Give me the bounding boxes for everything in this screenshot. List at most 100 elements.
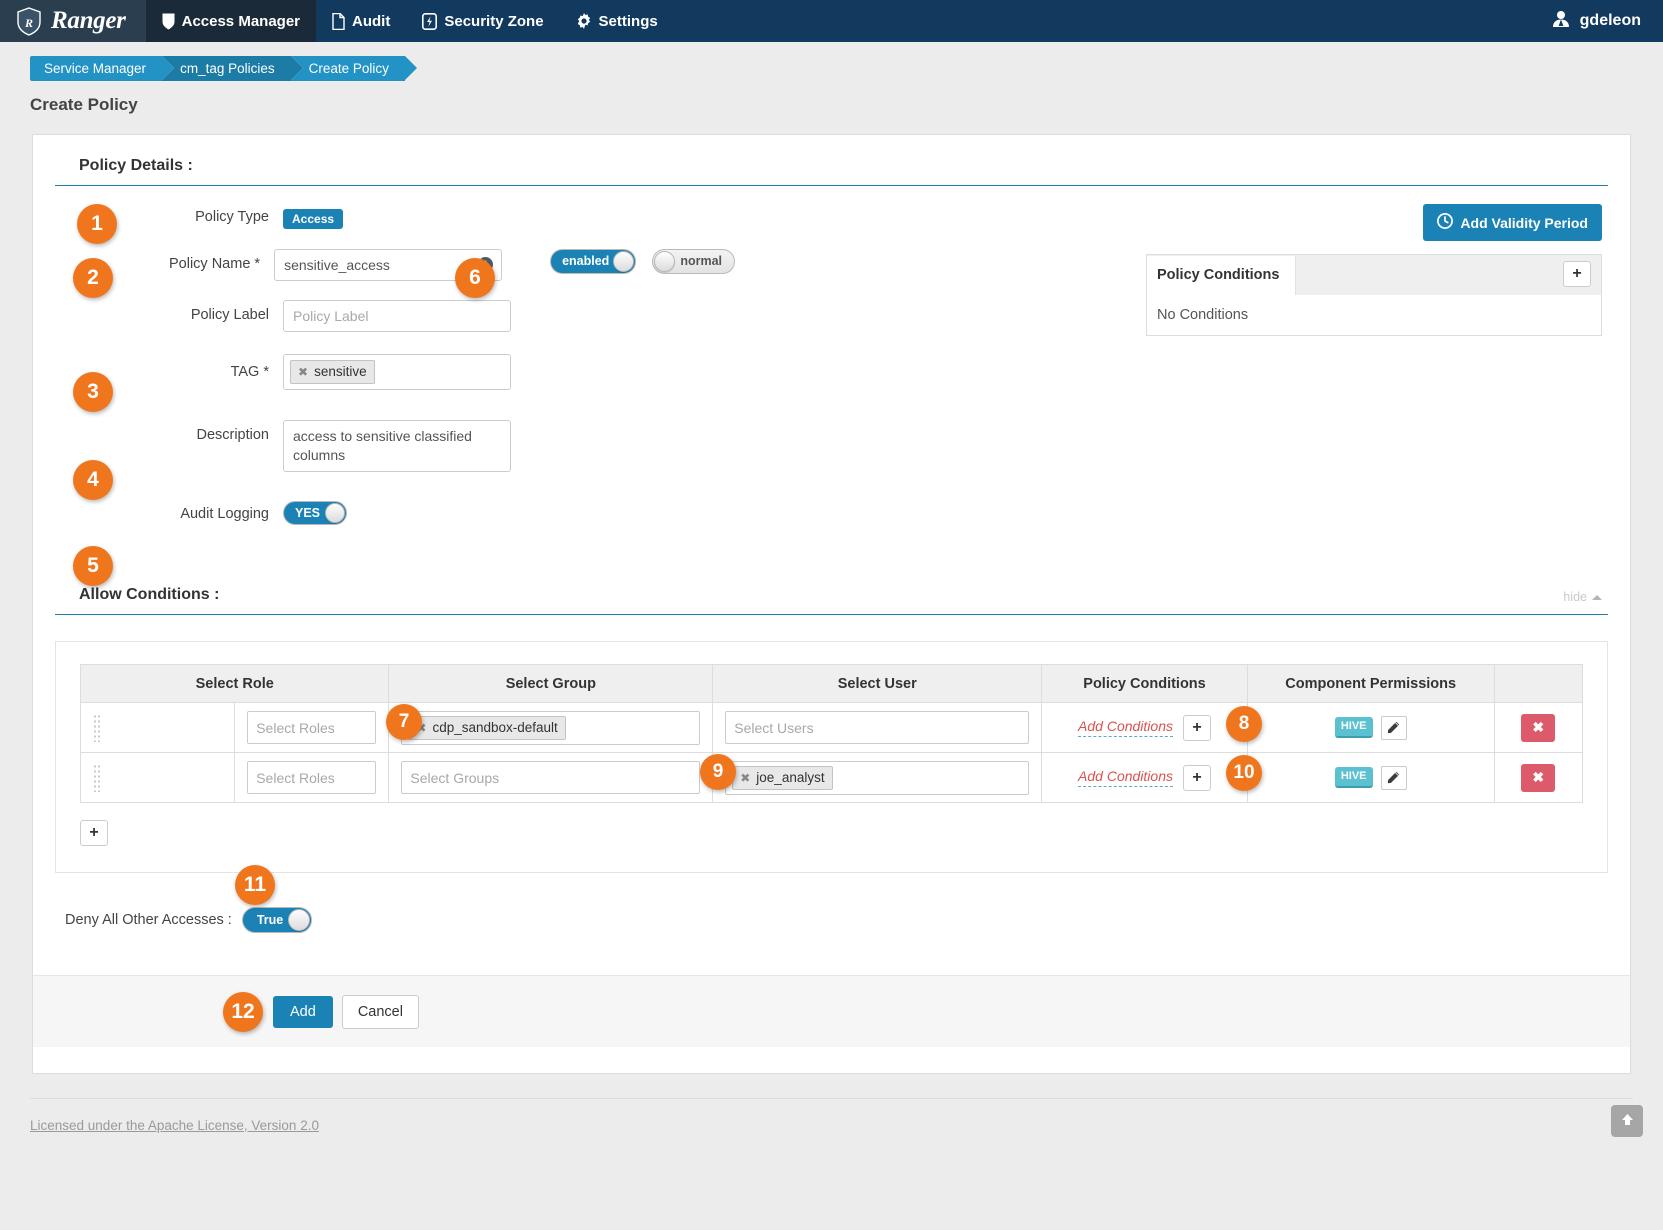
cell-select-role <box>235 703 389 753</box>
user-token-label: joe_analyst <box>756 769 824 787</box>
tag-token-label: sensitive <box>314 363 367 381</box>
clock-icon <box>1437 213 1453 232</box>
scroll-to-top-button[interactable] <box>1611 1105 1643 1137</box>
nav-item-settings[interactable]: Settings <box>560 0 674 42</box>
nav-label: Security Zone <box>444 13 543 30</box>
callout-5: 5 <box>73 546 113 586</box>
table-row: ✖ joe_analyst Add Conditions + <box>81 753 1583 803</box>
allow-conditions-container: Select Role Select Group Select User Pol… <box>55 641 1608 873</box>
callout-1: 1 <box>77 204 117 244</box>
delete-row-button[interactable]: ✖ <box>1521 764 1555 792</box>
top-navigation-bar: R Ranger Access Manager Audit Security Z… <box>0 0 1663 42</box>
breadcrumb-label: cm_tag Policies <box>180 61 275 76</box>
grip-icon[interactable] <box>93 764 100 792</box>
policy-normal-toggle[interactable]: normal <box>652 249 735 274</box>
hide-label: hide <box>1563 590 1587 604</box>
select-roles-input[interactable] <box>247 711 376 744</box>
grip-icon[interactable] <box>93 714 100 742</box>
edit-permissions-button[interactable] <box>1381 716 1407 740</box>
edit-permissions-button[interactable] <box>1381 766 1407 790</box>
deny-all-toggle[interactable]: True <box>242 907 312 933</box>
callout-4: 4 <box>73 460 113 500</box>
callout-7: 7 <box>386 704 422 740</box>
select-roles-input[interactable] <box>247 761 376 794</box>
breadcrumb-label: Create Policy <box>309 61 389 76</box>
remove-icon[interactable]: ✖ <box>740 769 750 787</box>
cell-policy-conditions: Add Conditions + <box>1042 703 1248 753</box>
delete-row-button[interactable]: ✖ <box>1521 714 1555 742</box>
brand-name: Ranger <box>51 7 126 35</box>
ranger-shield-icon: R <box>16 7 42 36</box>
add-conditions-button[interactable]: + <box>1183 765 1211 791</box>
row-drag-handle[interactable] <box>81 703 235 753</box>
arrow-up-icon <box>1620 1112 1635 1130</box>
callout-6: 6 <box>455 258 495 298</box>
cell-select-user <box>713 703 1042 753</box>
nav-item-audit[interactable]: Audit <box>316 0 406 42</box>
allow-conditions-table: Select Role Select Group Select User Pol… <box>80 664 1583 803</box>
select-groups-input[interactable] <box>401 761 700 794</box>
toggle-knob <box>325 503 345 523</box>
user-token[interactable]: ✖ joe_analyst <box>732 766 832 790</box>
hide-allow-conditions-link[interactable]: hide <box>1563 590 1602 604</box>
select-users-input[interactable] <box>725 711 1029 744</box>
breadcrumb-item-create-policy[interactable]: Create Policy <box>291 56 405 81</box>
column-select-role: Select Role <box>81 665 389 703</box>
callout-12: 12 <box>223 992 263 1032</box>
cell-select-user: ✖ joe_analyst <box>713 753 1042 803</box>
callout-9: 9 <box>700 754 736 790</box>
add-conditions-link[interactable]: Add Conditions <box>1078 768 1173 787</box>
shield-icon <box>162 13 175 30</box>
tag-input[interactable]: ✖ sensitive <box>283 354 511 390</box>
add-conditions-link[interactable]: Add Conditions <box>1078 718 1173 737</box>
remove-icon[interactable]: ✖ <box>298 363 308 381</box>
add-conditions-button[interactable]: + <box>1183 715 1211 741</box>
column-policy-conditions: Policy Conditions <box>1042 665 1248 703</box>
policy-enabled-toggle[interactable]: enabled <box>550 249 636 274</box>
policy-label-input[interactable] <box>283 300 511 332</box>
select-groups-input[interactable]: ✖ cdp_sandbox-default <box>401 711 700 745</box>
add-button[interactable]: Add <box>273 996 333 1028</box>
nav-item-security-zone[interactable]: Security Zone <box>406 0 559 42</box>
row-drag-handle[interactable] <box>81 753 235 803</box>
deny-all-label: Deny All Other Accesses : <box>65 912 232 928</box>
policy-details-heading: Policy Details : <box>55 157 1608 186</box>
field-policy-type: Policy Type Access <box>123 202 735 232</box>
hive-permission-badge[interactable]: HIVE <box>1335 717 1373 737</box>
brand-logo-link[interactable]: R Ranger <box>0 0 146 42</box>
policy-type-badge: Access <box>283 209 343 229</box>
field-audit-logging: Audit Logging YES <box>123 501 735 527</box>
column-actions <box>1494 665 1582 703</box>
callout-2: 2 <box>73 258 113 298</box>
field-policy-label: Policy Label <box>123 300 735 332</box>
field-policy-name: Policy Name * i enabled normal <box>123 249 735 281</box>
add-allow-condition-row-button[interactable]: + <box>80 820 108 846</box>
description-textarea[interactable]: access to sensitive classified columns <box>283 420 511 472</box>
bolt-icon <box>422 13 437 30</box>
user-menu[interactable]: gdeleon <box>1551 0 1641 42</box>
policy-conditions-panel: Policy Conditions + No Conditions <box>1146 254 1602 336</box>
license-link[interactable]: Licensed under the Apache License, Versi… <box>30 1118 319 1133</box>
svg-text:R: R <box>24 16 33 30</box>
tag-token[interactable]: ✖ sensitive <box>290 360 375 384</box>
avatar <box>1551 10 1571 32</box>
table-header-row: Select Role Select Group Select User Pol… <box>81 665 1583 703</box>
policy-name-label: Policy Name * <box>123 249 274 279</box>
cancel-button[interactable]: Cancel <box>342 995 419 1029</box>
policy-conditions-header: Policy Conditions + <box>1147 255 1601 295</box>
select-users-input[interactable]: ✖ joe_analyst <box>725 761 1029 795</box>
breadcrumb-item-service-manager[interactable]: Service Manager <box>30 56 162 81</box>
cell-delete: ✖ <box>1494 703 1582 753</box>
add-policy-condition-button[interactable]: + <box>1563 261 1591 287</box>
file-icon <box>332 13 345 30</box>
breadcrumb-item-cm-tag-policies[interactable]: cm_tag Policies <box>162 56 291 81</box>
column-select-group: Select Group <box>389 665 713 703</box>
add-row-wrapper: + <box>80 820 1583 846</box>
audit-logging-toggle[interactable]: YES <box>283 501 347 525</box>
add-validity-period-button[interactable]: Add Validity Period <box>1423 204 1602 241</box>
group-token-label: cdp_sandbox-default <box>432 719 557 737</box>
nav-item-access-manager[interactable]: Access Manager <box>146 0 316 42</box>
hive-permission-badge[interactable]: HIVE <box>1335 767 1373 787</box>
callout-10: 10 <box>1226 755 1262 791</box>
group-token[interactable]: ✖ cdp_sandbox-default <box>408 716 565 740</box>
